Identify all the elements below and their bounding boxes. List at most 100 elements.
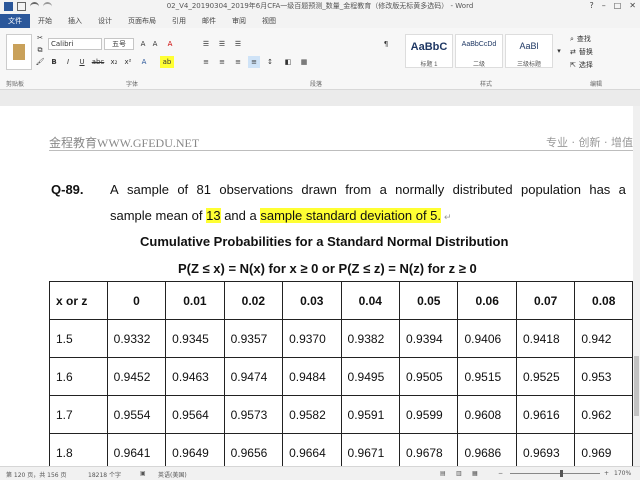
zoom-slider-handle[interactable] (560, 470, 563, 477)
read-mode-icon[interactable]: ▤ (440, 470, 446, 477)
web-layout-icon[interactable]: ▦ (472, 470, 478, 477)
highlight-color-icon[interactable]: ab (160, 56, 174, 68)
strikethrough-button[interactable]: abc (90, 56, 106, 68)
tab-view[interactable]: 视图 (254, 14, 284, 28)
highlighted-std-dev: sample standard deviation of 5. (260, 208, 442, 223)
table-cell: 1.6 (49, 357, 108, 396)
find-label: 查找 (576, 35, 591, 43)
paste-button[interactable] (6, 34, 32, 70)
table-cell: 0.9554 (106, 395, 167, 434)
vertical-scrollbar[interactable] (633, 106, 640, 466)
tab-layout[interactable]: 页面布局 (120, 14, 164, 28)
header-cell: 0 (106, 281, 167, 320)
word: a (379, 182, 387, 197)
table-cell: 0.9394 (399, 319, 459, 358)
table-cell: 0.9370 (282, 319, 342, 358)
style-label: 三级标题 (516, 62, 541, 68)
table-cell: 0.9515 (457, 357, 517, 396)
grow-font-icon[interactable]: A (138, 38, 148, 50)
group-label-paragraph: 段落 (310, 81, 323, 88)
document-page[interactable]: 金程教育WWW.GFEDU.NET 专业 · 创新 · 增值 Q-89. A s… (0, 106, 633, 466)
font-name-field[interactable]: Calibri (48, 38, 102, 50)
zoom-in-icon[interactable]: + (604, 470, 609, 477)
underline-button[interactable]: U (76, 56, 88, 68)
text-effects-button[interactable]: A (138, 56, 150, 68)
header-cell: 0.05 (399, 281, 459, 320)
status-bar: 第 120 页，共 156 页 18218 个字 ▣ 英语(美国) ▤ ▥ ▦ … (0, 466, 640, 480)
show-marks-icon[interactable]: ¶ (380, 38, 392, 50)
table-cell: 0.9418 (515, 319, 576, 358)
table-cell: 0.9608 (457, 395, 517, 434)
header-cell: x or z (49, 281, 108, 320)
table-cell: 0.9664 (282, 433, 342, 466)
word: A (110, 182, 119, 197)
maximize-button[interactable]: □ (614, 1, 622, 10)
normal-distribution-table: x or z 0 0.01 0.02 0.03 0.04 0.05 0.06 0… (49, 281, 633, 466)
zoom-out-icon[interactable]: − (498, 470, 503, 477)
style-level-3[interactable]: AaBl 三级标题 (505, 34, 553, 68)
borders-icon[interactable]: ▦ (298, 56, 310, 68)
proofing-icon[interactable]: ▣ (140, 470, 146, 477)
copy-icon[interactable]: ⧉ (36, 46, 44, 54)
tab-mailings[interactable]: 邮件 (194, 14, 224, 28)
word: observations (219, 182, 294, 197)
subscript-button[interactable]: x₂ (108, 56, 120, 68)
tab-review[interactable]: 审阅 (224, 14, 254, 28)
select-button[interactable]: ⇱ 选择 (570, 60, 626, 70)
tab-references[interactable]: 引用 (164, 14, 194, 28)
style-sample: AaBbCcDd (461, 41, 497, 48)
tab-home[interactable]: 开始 (30, 14, 60, 28)
tab-insert[interactable]: 插入 (60, 14, 90, 28)
italic-button[interactable]: I (62, 56, 74, 68)
shrink-font-icon[interactable]: A (150, 38, 160, 50)
table-cell: 0.9525 (515, 357, 576, 396)
find-button[interactable]: ⌕ 查找 (570, 34, 626, 44)
close-button[interactable]: ✕ (629, 1, 636, 10)
tab-file[interactable]: 文件 (0, 14, 30, 28)
print-layout-icon[interactable]: ▥ (456, 470, 462, 477)
multilevel-list-icon[interactable]: ☰ (232, 38, 244, 50)
style-level-2[interactable]: AaBbCcDd 二级 (455, 34, 503, 68)
table-cell: 0.9495 (340, 357, 401, 396)
paragraph-mark: ↵ (444, 212, 452, 222)
font-color-icon[interactable]: A (164, 38, 176, 50)
shading-icon[interactable]: ◧ (282, 56, 294, 68)
superscript-button[interactable]: x² (122, 56, 134, 68)
language-indicator[interactable]: 英语(美国) (158, 470, 187, 479)
align-left-icon[interactable]: ≡ (200, 56, 212, 68)
select-icon: ⇱ (570, 61, 576, 69)
window-title: 02_V4_20190304_2019年6月CFA一级百题预测_数量_金程教育（… (166, 2, 474, 10)
page-count[interactable]: 第 120 页，共 156 页 (6, 470, 67, 479)
zoom-slider[interactable] (510, 473, 600, 474)
tab-design[interactable]: 设计 (90, 14, 120, 28)
bullets-icon[interactable]: ☰ (200, 38, 212, 50)
styles-more-icon[interactable]: ▾ (555, 34, 563, 68)
replace-button[interactable]: ⇄ 替换 (570, 47, 626, 57)
bold-button[interactable]: B (48, 56, 60, 68)
numbering-icon[interactable]: ☰ (216, 38, 228, 50)
line-spacing-icon[interactable]: ↕ (264, 56, 276, 68)
scrollbar-thumb[interactable] (634, 356, 639, 416)
table-row: 1.8 0.9641 0.9649 0.9656 0.9664 0.9671 0… (49, 433, 633, 466)
format-painter-icon[interactable]: 🖌 (36, 58, 45, 66)
question-line-1: A sample of 81 observations drawn from a… (110, 182, 626, 197)
style-heading-1[interactable]: AaBbC 标题 1 (405, 34, 453, 68)
cut-icon[interactable]: ✂ (36, 34, 44, 42)
justify-icon[interactable]: ≡ (248, 56, 260, 68)
help-button[interactable]: ? (589, 1, 593, 10)
table-row: 1.5 0.9332 0.9345 0.9357 0.9370 0.9382 0… (49, 319, 633, 358)
font-size-field[interactable]: 五号 (104, 38, 134, 50)
word-count[interactable]: 18218 个字 (88, 470, 121, 479)
style-label: 标题 1 (420, 62, 438, 68)
table-cell: 0.9382 (340, 319, 401, 358)
align-center-icon[interactable]: ≡ (216, 56, 228, 68)
line2-mid: and a (220, 208, 261, 223)
table-cell: 0.9649 (165, 433, 225, 466)
group-label-font: 字体 (126, 81, 139, 88)
table-title: Cumulative Probabilities for a Standard … (140, 234, 509, 249)
align-right-icon[interactable]: ≡ (232, 56, 244, 68)
replace-label: 替换 (578, 48, 593, 56)
minimize-button[interactable]: – (602, 1, 606, 10)
question-line-2: sample mean of 13 and a sample standard … (110, 208, 452, 223)
zoom-level[interactable]: 170% (614, 470, 631, 477)
